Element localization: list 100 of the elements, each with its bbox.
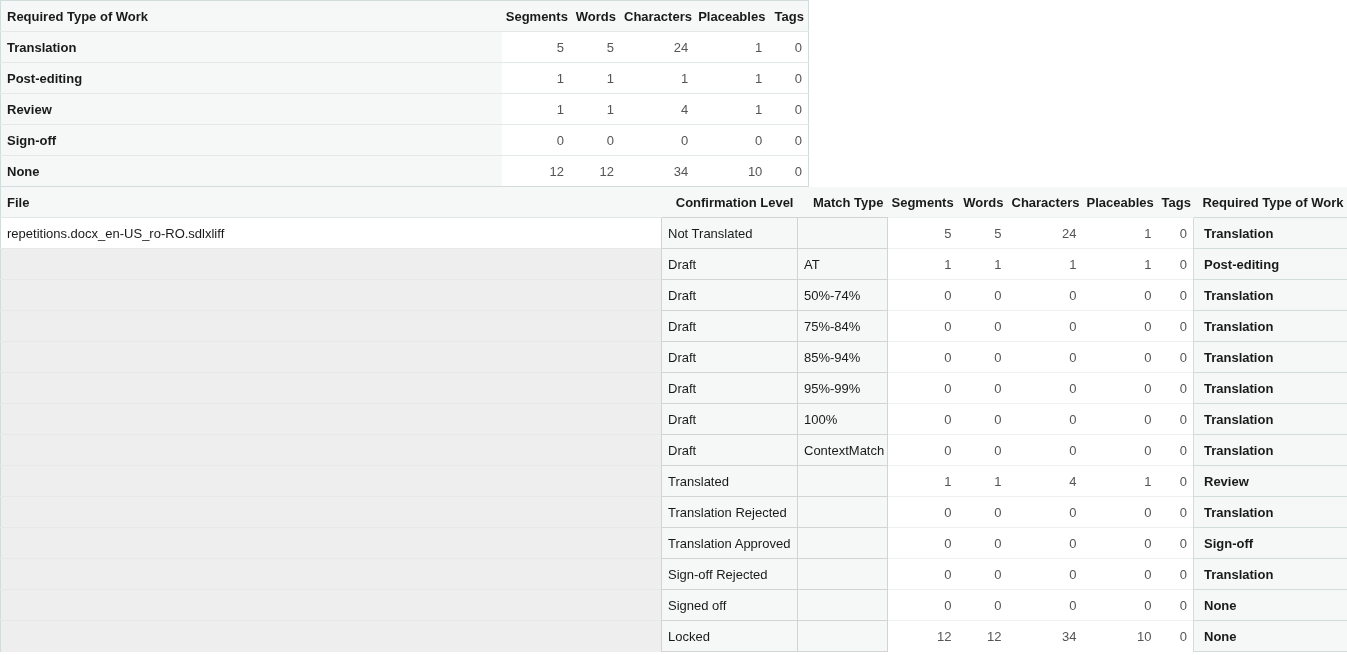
count-cell: 0 xyxy=(1082,310,1158,342)
count-cell: 0 xyxy=(1082,589,1158,621)
count-cell: 0 xyxy=(768,62,809,94)
count-cell: 1 xyxy=(1007,248,1083,280)
work-type-cell: Translation xyxy=(1193,310,1347,342)
confirmation-level-cell: Draft xyxy=(661,403,798,435)
work-type-cell: Translation xyxy=(1193,496,1347,528)
confirmation-level-cell: Draft xyxy=(661,434,798,466)
count-cell: 0 xyxy=(1157,620,1194,652)
work-type-cell: Sign-off xyxy=(1193,527,1347,559)
count-cell: 24 xyxy=(1007,217,1083,249)
count-cell: 0 xyxy=(1157,496,1194,528)
count-cell: 0 xyxy=(887,434,958,466)
match-type-cell: ContextMatch xyxy=(797,434,888,466)
count-cell: 0 xyxy=(1007,310,1083,342)
work-type-cell: None xyxy=(1193,620,1347,652)
count-cell: 5 xyxy=(957,217,1008,249)
count-cell: 0 xyxy=(957,310,1008,342)
count-cell: 0 xyxy=(1007,434,1083,466)
match-type-cell: 100% xyxy=(797,403,888,435)
count-cell: 0 xyxy=(1082,558,1158,590)
work-type-cell: Translation xyxy=(1193,434,1347,466)
work-type-cell: Review xyxy=(0,93,502,125)
column-header: Segments xyxy=(887,187,958,218)
count-cell: 0 xyxy=(1157,527,1194,559)
work-type-cell: Sign-off xyxy=(0,124,502,156)
count-cell: 0 xyxy=(1157,403,1194,435)
column-header: Required Type of Work xyxy=(0,0,502,32)
confirmation-level-cell: Translation Approved xyxy=(661,527,798,559)
count-cell: 1 xyxy=(694,31,769,63)
count-cell: 0 xyxy=(1007,558,1083,590)
count-cell: 0 xyxy=(1082,434,1158,466)
column-header: Placeables xyxy=(694,0,769,32)
match-type-cell: 75%-84% xyxy=(797,310,888,342)
work-type-cell: Translation xyxy=(0,31,502,63)
work-type-cell: Review xyxy=(1193,465,1347,497)
count-cell: 0 xyxy=(768,124,809,156)
count-cell: 1 xyxy=(957,248,1008,280)
count-cell: 0 xyxy=(957,341,1008,373)
count-cell: 0 xyxy=(957,372,1008,404)
count-cell: 1 xyxy=(1082,217,1158,249)
confirmation-level-cell: Sign-off Rejected xyxy=(661,558,798,590)
count-cell: 0 xyxy=(887,341,958,373)
work-type-cell: Translation xyxy=(1193,403,1347,435)
count-cell: 0 xyxy=(1157,341,1194,373)
count-cell: 0 xyxy=(1007,589,1083,621)
count-cell: 0 xyxy=(569,124,620,156)
count-cell: 0 xyxy=(1082,372,1158,404)
count-cell: 0 xyxy=(957,558,1008,590)
count-cell: 12 xyxy=(887,620,958,652)
confirmation-level-cell: Draft xyxy=(661,372,798,404)
column-header: Confirmation Level xyxy=(661,187,798,218)
count-cell: 0 xyxy=(1082,279,1158,311)
count-cell: 0 xyxy=(1157,248,1194,280)
count-cell: 0 xyxy=(1007,496,1083,528)
count-cell: 0 xyxy=(768,93,809,125)
match-type-cell: 50%-74% xyxy=(797,279,888,311)
count-cell: 5 xyxy=(501,31,570,63)
count-cell: 0 xyxy=(501,124,570,156)
count-cell: 1 xyxy=(569,62,620,94)
column-header: Tags xyxy=(1157,187,1194,218)
column-header: Words xyxy=(569,0,620,32)
work-type-cell: Post-editing xyxy=(0,62,502,94)
count-cell: 0 xyxy=(1082,341,1158,373)
confirmation-level-cell: Translation Rejected xyxy=(661,496,798,528)
match-type-cell: 85%-94% xyxy=(797,341,888,373)
column-header: Words xyxy=(957,187,1008,218)
count-cell: 0 xyxy=(1007,527,1083,559)
count-cell: 0 xyxy=(1157,372,1194,404)
count-cell: 0 xyxy=(957,496,1008,528)
count-cell: 0 xyxy=(957,279,1008,311)
count-cell: 0 xyxy=(957,434,1008,466)
count-cell: 0 xyxy=(1007,341,1083,373)
confirmation-level-cell: Draft xyxy=(661,341,798,373)
work-type-cell: None xyxy=(0,155,502,187)
count-cell: 0 xyxy=(1082,496,1158,528)
count-cell: 0 xyxy=(887,372,958,404)
column-header: Segments xyxy=(501,0,570,32)
count-cell: 1 xyxy=(887,465,958,497)
work-type-cell: Post-editing xyxy=(1193,248,1347,280)
count-cell: 0 xyxy=(1157,310,1194,342)
count-cell: 0 xyxy=(768,31,809,63)
count-cell: 0 xyxy=(887,403,958,435)
count-cell: 24 xyxy=(620,31,695,63)
count-cell: 0 xyxy=(887,527,958,559)
count-cell: 0 xyxy=(887,310,958,342)
count-cell: 10 xyxy=(694,155,769,187)
work-type-cell: Translation xyxy=(1193,558,1347,590)
confirmation-level-cell: Locked xyxy=(661,620,798,652)
confirmation-level-cell: Draft xyxy=(661,248,798,280)
count-cell: 0 xyxy=(694,124,769,156)
count-cell: 0 xyxy=(1157,589,1194,621)
count-cell: 5 xyxy=(887,217,958,249)
count-cell: 1 xyxy=(887,248,958,280)
work-type-cell: Translation xyxy=(1193,279,1347,311)
confirmation-level-cell: Signed off xyxy=(661,589,798,621)
count-cell: 1 xyxy=(694,93,769,125)
count-cell: 0 xyxy=(1157,279,1194,311)
count-cell: 0 xyxy=(768,155,809,187)
count-cell: 0 xyxy=(1007,279,1083,311)
